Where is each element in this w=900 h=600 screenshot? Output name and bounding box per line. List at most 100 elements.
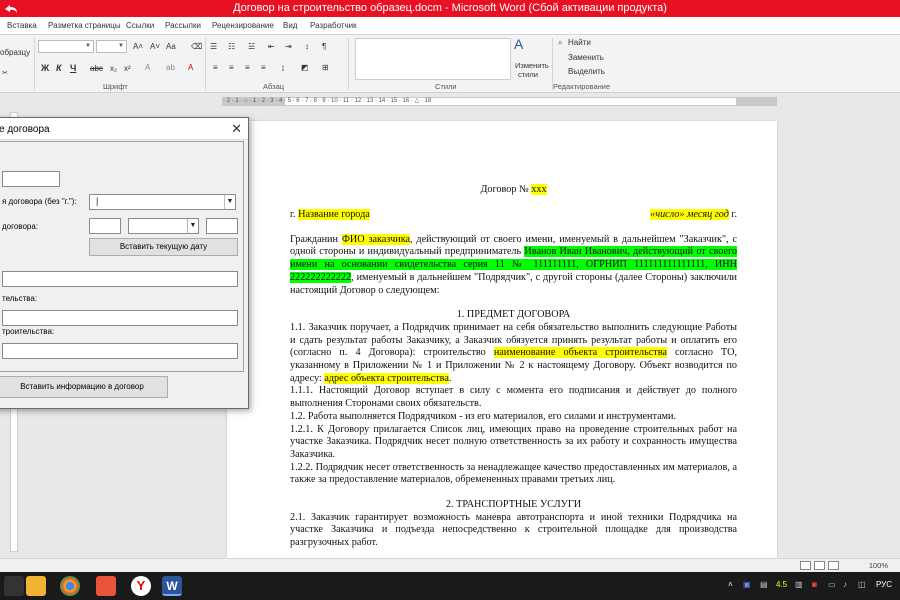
tab-insert[interactable]: Вставка xyxy=(7,21,37,31)
styles-gallery[interactable] xyxy=(355,38,511,80)
tab-developer[interactable]: Разработчик xyxy=(310,21,357,31)
start-icon[interactable] xyxy=(4,576,24,596)
change-styles-label-2[interactable]: стили xyxy=(518,70,538,80)
clause-1-2: 1.2. Работа выполняется Подрядчиком - из… xyxy=(290,410,677,422)
language-indicator[interactable]: РУС xyxy=(876,580,892,590)
align-left-icon[interactable]: ≡ xyxy=(213,63,218,73)
highlight-color-icon[interactable]: ab xyxy=(166,63,175,73)
align-right-icon[interactable]: ≡ xyxy=(245,63,250,73)
text: . xyxy=(448,372,452,384)
italic-button[interactable]: К xyxy=(56,63,62,74)
tray-indicator[interactable]: 4.5 xyxy=(776,580,787,590)
field-input-1[interactable] xyxy=(2,171,60,187)
tray-app-icon[interactable]: ◙ xyxy=(812,580,817,590)
change-case-icon[interactable]: Aa xyxy=(166,42,176,52)
underline-button[interactable]: Ч xyxy=(70,63,76,74)
fullscreen-view-button[interactable] xyxy=(814,561,825,570)
window-title: Договор на строительство образец.docm - … xyxy=(233,2,667,14)
tab-mailings[interactable]: Рассылки xyxy=(165,21,201,31)
find-icon[interactable]: ⌕ xyxy=(558,38,562,48)
change-styles-icon[interactable]: A xyxy=(514,37,523,51)
bold-button[interactable]: Ж xyxy=(41,63,49,74)
ribbon-separator xyxy=(34,38,35,90)
contract-number: xxx xyxy=(531,184,547,195)
decrease-indent-icon[interactable]: ⇤ xyxy=(268,42,275,52)
find-button[interactable]: Найти xyxy=(568,38,591,48)
select-button[interactable]: Выделить xyxy=(568,67,605,77)
subscript-button[interactable]: x₂ xyxy=(110,63,117,74)
file-explorer-icon[interactable] xyxy=(26,576,46,596)
tray-app-icon[interactable]: ▤ xyxy=(760,580,768,590)
superscript-button[interactable]: x² xyxy=(124,63,131,74)
word-icon[interactable]: W xyxy=(162,576,182,596)
volume-icon[interactable]: ♪ xyxy=(843,580,847,590)
tab-references[interactable]: Ссылки xyxy=(126,21,154,31)
format-painter-label[interactable]: образцу xyxy=(0,48,30,58)
scissors-icon[interactable]: ✂ xyxy=(2,69,8,79)
editing-group-label: Редактирование xyxy=(553,82,611,91)
clear-format-icon[interactable]: ⌫ xyxy=(191,42,202,52)
ribbon-tabs: Вставка Разметка страницы Ссылки Рассылк… xyxy=(0,17,900,35)
tab-review[interactable]: Рецензирование xyxy=(212,21,274,31)
web-view-button[interactable] xyxy=(828,561,839,570)
object-name: наименование объекта строительства xyxy=(493,347,667,359)
contract-date-label: договора: xyxy=(2,222,39,231)
chevron-down-icon: ▼ xyxy=(118,43,124,49)
font-name-combo[interactable]: ▼ xyxy=(38,40,94,53)
app-icon[interactable] xyxy=(96,576,116,596)
chevron-down-icon[interactable]: ▼ xyxy=(187,219,198,233)
field-input-2[interactable] xyxy=(2,271,238,287)
ribbon: образцу ✂ ▼ ▼ A˄ A˅ Aa ⌫ Ж К Ч abc x₂ x²… xyxy=(0,35,900,93)
bullets-icon[interactable]: ☰ xyxy=(210,42,217,52)
insert-info-button[interactable]: Вставить информацию в договор xyxy=(0,376,168,398)
date-day-input[interactable] xyxy=(89,218,121,234)
tab-view[interactable]: Вид xyxy=(283,21,297,31)
document-page[interactable]: Договор № xxx г. Название города «число»… xyxy=(227,121,777,561)
date-month-select[interactable]: ▼ xyxy=(128,218,199,234)
chevron-down-icon[interactable]: ▼ xyxy=(224,195,235,209)
horizontal-ruler[interactable]: · 2 · 1 · ⌂ · 1 · 2 · 3 · 4 · 5 · 6 · 7 … xyxy=(222,97,777,106)
grow-font-icon[interactable]: A˄ xyxy=(133,42,143,52)
line-spacing-icon[interactable]: ↨ xyxy=(281,63,285,73)
date-suffix: г. xyxy=(728,208,737,220)
align-center-icon[interactable]: ≡ xyxy=(229,63,234,73)
tab-page-layout[interactable]: Разметка страницы xyxy=(48,21,121,31)
ribbon-separator xyxy=(205,38,206,90)
yandex-browser-icon[interactable]: Y xyxy=(131,576,151,596)
building-object-input[interactable] xyxy=(2,343,238,359)
contract-heading: Договор № xxx xyxy=(290,184,737,197)
print-layout-view-button[interactable] xyxy=(800,561,811,570)
date-year-input[interactable] xyxy=(206,218,238,234)
font-color-icon[interactable]: A xyxy=(188,63,193,73)
multilevel-list-icon[interactable]: ☱ xyxy=(248,42,255,52)
zoom-level[interactable]: 100% xyxy=(869,561,888,570)
clause-1-2-2: 1.2.2. Подрядчик несет ответственность з… xyxy=(290,461,737,486)
text-effects-icon[interactable]: A xyxy=(145,63,150,73)
document-body[interactable]: Договор № xxx г. Название города «число»… xyxy=(290,184,737,550)
font-size-combo[interactable]: ▼ xyxy=(96,40,127,53)
insert-current-date-button[interactable]: Вставить текущую дату xyxy=(89,238,238,256)
dialog-title: е договора xyxy=(0,124,50,135)
contract-number-select[interactable]: | ▼ xyxy=(89,194,236,210)
shrink-font-icon[interactable]: A˅ xyxy=(150,42,160,52)
network-icon[interactable]: ◫ xyxy=(858,580,866,590)
shading-icon[interactable]: ◩ xyxy=(301,63,309,73)
tray-app-icon[interactable]: ▥ xyxy=(795,580,803,590)
borders-icon[interactable]: ⊞ xyxy=(322,63,329,73)
close-icon[interactable]: ✕ xyxy=(231,121,242,136)
battery-icon[interactable]: ▭ xyxy=(828,580,836,590)
sort-icon[interactable]: ↕ xyxy=(305,42,309,52)
show-marks-icon[interactable]: ¶ xyxy=(322,42,326,52)
dialog-title-bar[interactable]: е договора ✕ xyxy=(0,118,248,140)
building-input[interactable] xyxy=(2,310,238,326)
strikethrough-button[interactable]: abc xyxy=(90,63,103,74)
styles-group-label: Стили xyxy=(435,82,457,91)
numbering-icon[interactable]: ☷ xyxy=(228,42,235,52)
chrome-icon[interactable] xyxy=(60,576,80,596)
replace-button[interactable]: Заменить xyxy=(568,53,604,63)
increase-indent-icon[interactable]: ⇥ xyxy=(285,42,292,52)
tray-app-icon[interactable]: ▣ xyxy=(743,580,751,590)
building-label: тельства: xyxy=(2,294,38,303)
chevron-up-icon[interactable]: ˄ xyxy=(728,580,733,590)
justify-icon[interactable]: ≡ xyxy=(261,63,266,73)
